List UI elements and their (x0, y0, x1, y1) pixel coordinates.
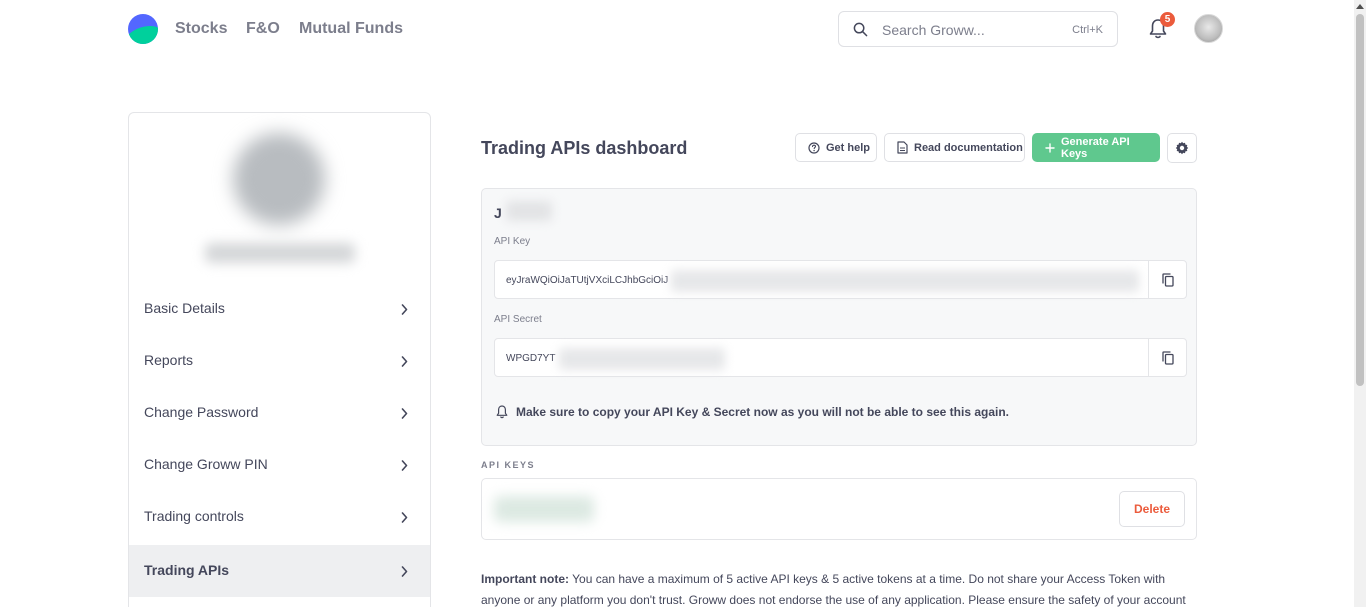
sidebar-item-reports[interactable]: Reports (129, 335, 430, 387)
nav-stocks[interactable]: Stocks (175, 20, 227, 38)
chevron-right-icon (401, 356, 408, 367)
api-key-list-item: Delete (481, 478, 1197, 540)
key-name-initial: J (494, 205, 502, 221)
scroll-up-arrow-icon[interactable] (1356, 4, 1364, 9)
api-secret-redacted (559, 348, 725, 370)
api-key-field[interactable]: eyJraWQiOiJaTUtjVXciLCJhbGciOiJ (494, 260, 1187, 299)
generate-api-keys-label: Generate API Keys (1061, 135, 1130, 160)
search-box[interactable]: Search Groww... Ctrl+K (838, 11, 1118, 47)
profile-sidebar: Basic Details Reports Change Password Ch… (128, 112, 431, 607)
bell-icon (496, 405, 508, 419)
sidebar-item-trading-controls[interactable]: Trading controls (129, 491, 430, 543)
api-key-label: API Key (494, 236, 531, 247)
api-key-value: eyJraWQiOiJaTUtjVXciLCJhbGciOiJ (506, 275, 669, 286)
get-help-button[interactable]: Get help (795, 133, 877, 162)
copy-icon (1161, 350, 1174, 365)
help-circle-icon (808, 141, 820, 154)
important-note: Important note: You can have a maximum o… (481, 569, 1201, 607)
api-key-redacted (671, 270, 1139, 292)
copy-api-secret-button[interactable] (1148, 339, 1186, 376)
read-documentation-label: Read documentation (914, 141, 1023, 154)
nav-fo[interactable]: F&O (246, 20, 280, 38)
chevron-right-icon (401, 408, 408, 419)
sidebar-item-change-groww-pin[interactable]: Change Groww PIN (129, 439, 430, 491)
sidebar-item-label: Basic Details (144, 300, 225, 316)
api-keys-section-label: API KEYS (481, 460, 536, 470)
search-shortcut: Ctrl+K (1072, 24, 1103, 36)
page-title: Trading APIs dashboard (481, 138, 688, 158)
profile-picture (233, 133, 325, 225)
sidebar-item-label: Change Password (144, 404, 259, 420)
sidebar-item-change-password[interactable]: Change Password (129, 387, 430, 439)
copy-warning-text: Make sure to copy your API Key & Secret … (516, 405, 1010, 419)
page-scrollbar[interactable] (1354, 0, 1366, 607)
groww-logo-icon[interactable] (128, 14, 158, 44)
gear-icon (1175, 141, 1189, 155)
document-icon (897, 141, 908, 154)
chevron-right-icon (401, 460, 408, 471)
sidebar-item-label: Trading APIs (144, 562, 230, 578)
read-documentation-button[interactable]: Read documentation (884, 133, 1025, 162)
sidebar-item-basic-details[interactable]: Basic Details (129, 283, 430, 335)
sidebar-item-label: Change Groww PIN (144, 456, 268, 472)
nav-mutual-funds[interactable]: Mutual Funds (299, 20, 403, 38)
sidebar-item-label: Trading controls (144, 508, 244, 524)
chevron-right-icon (401, 304, 408, 315)
api-key-card: J API Key eyJraWQiOiJaTUtjVXciLCJhbGciOi… (481, 188, 1197, 446)
search-placeholder: Search Groww... (882, 22, 985, 38)
scroll-thumb[interactable] (1356, 14, 1364, 386)
copy-api-key-button[interactable] (1148, 261, 1186, 298)
delete-api-key-button[interactable]: Delete (1119, 491, 1185, 527)
chevron-right-icon (401, 566, 408, 577)
sidebar-item-trading-apis[interactable]: Trading APIs (129, 545, 430, 597)
important-note-text: You can have a maximum of 5 active API k… (481, 572, 1186, 607)
plus-icon (1045, 142, 1055, 153)
sidebar-item-label: Reports (144, 352, 194, 368)
settings-button[interactable] (1167, 133, 1197, 163)
key-name-redacted (506, 201, 552, 221)
top-header: Stocks F&O Mutual Funds Search Groww... … (0, 0, 1354, 58)
search-icon (853, 22, 868, 37)
api-key-name-redacted (494, 496, 594, 522)
profile-name-redacted (205, 243, 355, 263)
api-secret-field[interactable]: WPGD7YT (494, 338, 1187, 377)
chevron-right-icon (401, 512, 408, 523)
generate-api-keys-button[interactable]: Generate API Keys (1032, 133, 1160, 162)
api-secret-value: WPGD7YT (506, 353, 556, 364)
copy-warning: Make sure to copy your API Key & Secret … (496, 405, 1009, 419)
get-help-label: Get help (826, 141, 871, 154)
important-note-title: Important note: (481, 572, 569, 586)
copy-icon (1161, 272, 1174, 287)
api-secret-label: API Secret (494, 314, 542, 325)
user-avatar[interactable] (1194, 14, 1223, 43)
notification-count-badge: 5 (1160, 12, 1175, 27)
